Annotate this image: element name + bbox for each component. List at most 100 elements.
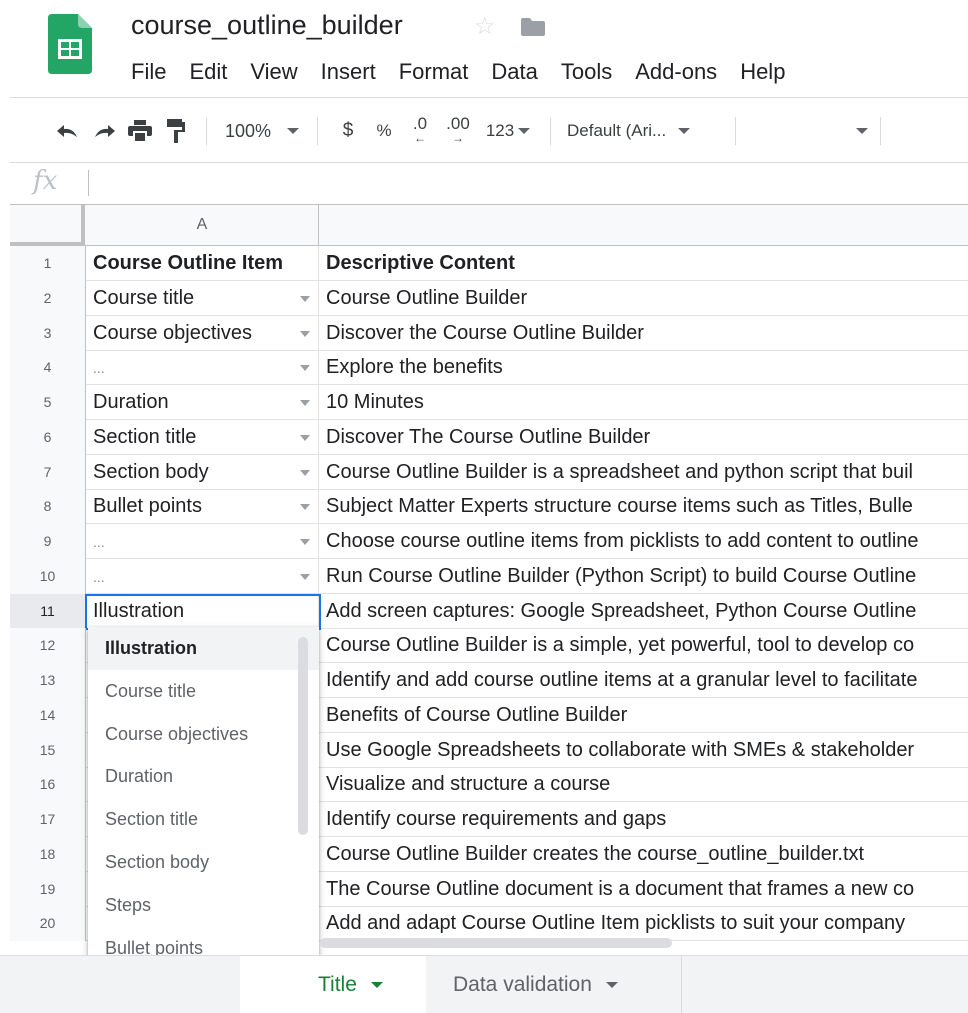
row-header[interactable]: 5: [10, 385, 86, 420]
increase-decimal-button[interactable]: .00 →: [438, 112, 478, 150]
menu-addons[interactable]: Add-ons: [635, 58, 717, 86]
undo-button[interactable]: [50, 112, 86, 150]
paint-format-button[interactable]: [158, 112, 194, 150]
dropdown-option[interactable]: Steps: [88, 884, 319, 927]
menu-help[interactable]: Help: [740, 58, 785, 86]
cell-a[interactable]: Course Outline Item: [86, 246, 319, 281]
row-header[interactable]: 20: [10, 906, 86, 942]
cell-b[interactable]: Discover the Course Outline Builder: [319, 316, 968, 351]
cell-a[interactable]: ...: [86, 350, 319, 386]
row-header[interactable]: 11: [10, 593, 86, 629]
chevron-down-icon[interactable]: [370, 982, 383, 988]
cell-b[interactable]: Course Outline Builder is a simple, yet …: [319, 628, 968, 663]
dropdown-arrow-icon[interactable]: [300, 573, 310, 580]
cell-b[interactable]: Course Outline Builder is a spreadsheet …: [319, 455, 968, 490]
row-header[interactable]: 1: [10, 246, 86, 281]
cell-b[interactable]: Visualize and structure a course: [319, 767, 968, 802]
menu-edit[interactable]: Edit: [189, 58, 227, 86]
row-header[interactable]: 3: [10, 315, 86, 351]
cell-b[interactable]: Run Course Outline Builder (Python Scrip…: [319, 559, 968, 594]
cell-b[interactable]: Discover The Course Outline Builder: [319, 420, 968, 455]
row-header[interactable]: 18: [10, 836, 86, 872]
cell-b[interactable]: Course Outline Builder creates the cours…: [319, 837, 968, 872]
dropdown-option[interactable]: Section title: [88, 798, 319, 841]
row-header[interactable]: 16: [10, 767, 86, 803]
select-all-corner[interactable]: [10, 205, 85, 246]
menu-insert[interactable]: Insert: [321, 58, 376, 86]
dropdown-option[interactable]: Course title: [88, 670, 319, 713]
row-header[interactable]: 4: [10, 350, 86, 386]
menu-format[interactable]: Format: [399, 58, 469, 86]
percent-format-button[interactable]: %: [366, 112, 402, 150]
dropdown-arrow-icon[interactable]: [300, 504, 310, 511]
row-header[interactable]: 6: [10, 419, 86, 455]
cell-b[interactable]: 10 Minutes: [319, 385, 968, 420]
cell-b[interactable]: Choose course outline items from picklis…: [319, 524, 968, 559]
row-header[interactable]: 19: [10, 871, 86, 907]
dropdown-option[interactable]: Illustration: [88, 627, 319, 670]
menu-view[interactable]: View: [250, 58, 297, 86]
font-size-select[interactable]: [748, 112, 868, 150]
dropdown-option[interactable]: Duration: [88, 755, 319, 798]
cell-b[interactable]: Identify course requirements and gaps: [319, 802, 968, 837]
row-header[interactable]: 17: [10, 802, 86, 837]
row-header[interactable]: 8: [10, 489, 86, 525]
cell-b[interactable]: Add and adapt Course Outline Item pickli…: [319, 906, 968, 941]
cell-b[interactable]: Add screen captures: Google Spreadsheet,…: [319, 594, 968, 629]
cell-a[interactable]: Course objectives: [86, 315, 319, 351]
dropdown-arrow-icon[interactable]: [300, 295, 310, 302]
decrease-decimal-button[interactable]: .0 ←: [402, 112, 438, 150]
row-header[interactable]: 2: [10, 280, 86, 316]
cell-b[interactable]: Use Google Spreadsheets to collaborate w…: [319, 733, 968, 768]
document-title[interactable]: course_outline_builder: [131, 10, 403, 41]
font-family-select[interactable]: Default (Ari...: [563, 112, 723, 150]
folder-icon[interactable]: [521, 18, 545, 36]
cell-b[interactable]: Course Outline Builder: [319, 281, 968, 316]
sheet-tab-data-validation[interactable]: Data validation: [426, 956, 682, 1013]
currency-format-button[interactable]: $: [330, 112, 366, 150]
dropdown-arrow-icon[interactable]: [300, 539, 310, 545]
star-icon[interactable]: ☆: [474, 12, 496, 41]
row-header[interactable]: 9: [10, 524, 86, 559]
column-header-a[interactable]: A: [86, 205, 319, 246]
sheets-logo-icon[interactable]: [48, 14, 92, 74]
dropdown-arrow-icon[interactable]: [300, 469, 310, 476]
cell-b[interactable]: Subject Matter Experts structure course …: [319, 489, 968, 524]
menu-file[interactable]: File: [131, 58, 166, 86]
row-header[interactable]: 10: [10, 558, 86, 594]
cell-a[interactable]: Section body: [86, 454, 319, 490]
cell-a[interactable]: Bullet points: [86, 489, 319, 525]
cell-b[interactable]: The Course Outline document is a documen…: [319, 872, 968, 907]
row-header[interactable]: 14: [10, 697, 86, 733]
cell-b[interactable]: Benefits of Course Outline Builder: [319, 698, 968, 733]
dropdown-arrow-icon[interactable]: [300, 400, 310, 406]
horizontal-scrollbar[interactable]: [320, 938, 672, 948]
dropdown-arrow-icon[interactable]: [300, 365, 310, 372]
zoom-select[interactable]: 100%: [219, 112, 305, 150]
cell-a[interactable]: Section title: [86, 419, 319, 455]
dropdown-scrollbar[interactable]: [298, 637, 308, 835]
redo-button[interactable]: [86, 112, 122, 150]
row-header[interactable]: 7: [10, 454, 86, 490]
cell-b[interactable]: Identify and add course outline items at…: [319, 663, 968, 698]
menu-tools[interactable]: Tools: [561, 58, 612, 86]
cell-a[interactable]: ...: [86, 524, 319, 559]
sheet-tab-title[interactable]: Title: [240, 956, 426, 1013]
more-formats-button[interactable]: 123: [478, 112, 538, 150]
row-header[interactable]: 15: [10, 732, 86, 768]
cell-b[interactable]: Descriptive Content: [319, 246, 968, 281]
dropdown-arrow-icon[interactable]: [300, 330, 310, 337]
dropdown-arrow-icon[interactable]: [300, 434, 310, 441]
cell-a[interactable]: ...: [86, 558, 319, 594]
dropdown-option[interactable]: Course objectives: [88, 713, 319, 756]
menu-data[interactable]: Data: [491, 58, 537, 86]
dropdown-option[interactable]: Section body: [88, 841, 319, 884]
cell-a[interactable]: Course title: [86, 280, 319, 316]
row-header[interactable]: 13: [10, 663, 86, 698]
chevron-down-icon[interactable]: [605, 982, 618, 988]
print-button[interactable]: [122, 112, 158, 150]
row-header[interactable]: 12: [10, 628, 86, 664]
cell-a[interactable]: Duration: [86, 385, 319, 420]
formula-input[interactable]: [88, 170, 89, 196]
cell-b[interactable]: Explore the benefits: [319, 350, 968, 385]
